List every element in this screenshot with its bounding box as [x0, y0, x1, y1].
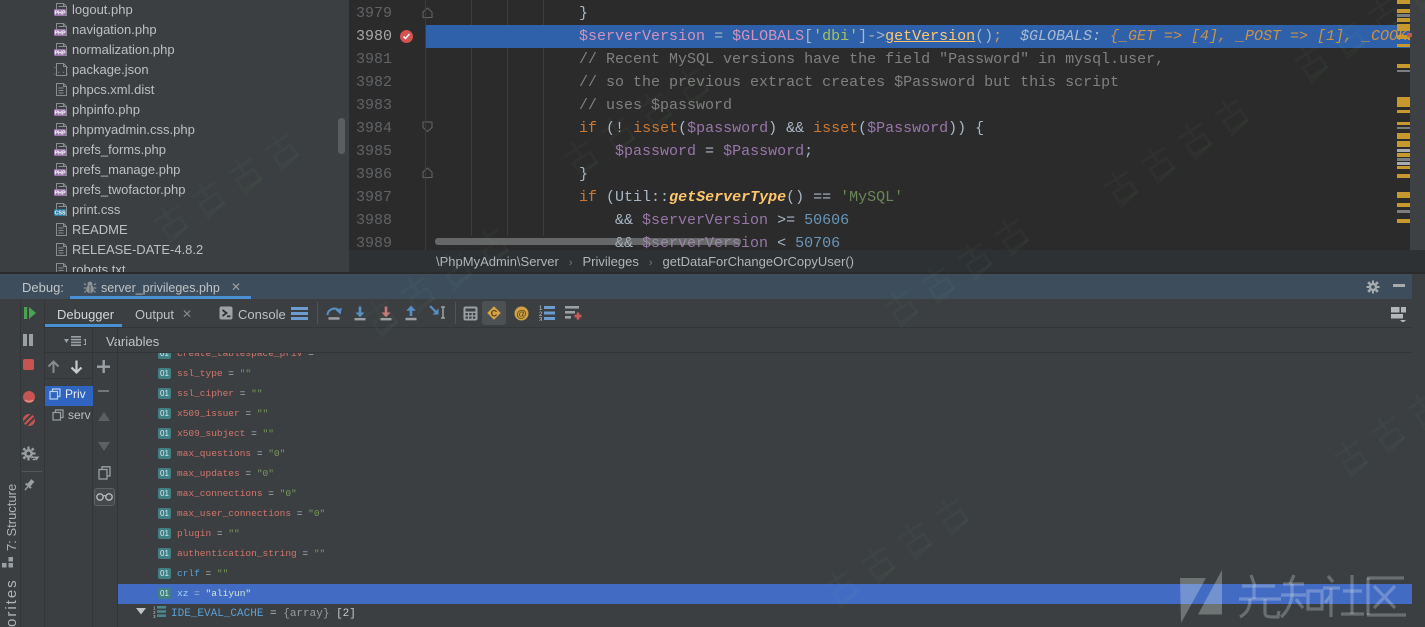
svg-text:PHP: PHP: [54, 171, 65, 177]
svg-text:PHP: PHP: [54, 111, 65, 117]
svg-text:{..}: {..}: [54, 67, 68, 76]
svg-text:PHP: PHP: [54, 151, 65, 157]
svg-text:1: 1: [83, 338, 86, 346]
svg-text:C: C: [491, 309, 498, 319]
svg-text:PHP: PHP: [54, 51, 65, 57]
svg-text:@: @: [516, 308, 526, 320]
svg-text:CSS: CSS: [54, 211, 65, 217]
svg-text:PHP: PHP: [54, 131, 65, 137]
svg-text:PHP: PHP: [54, 31, 65, 37]
svg-text:PHP: PHP: [54, 11, 65, 17]
svg-text:PHP: PHP: [54, 191, 65, 197]
svg-text:3: 3: [539, 318, 543, 322]
svg-text:3: 3: [153, 614, 156, 618]
